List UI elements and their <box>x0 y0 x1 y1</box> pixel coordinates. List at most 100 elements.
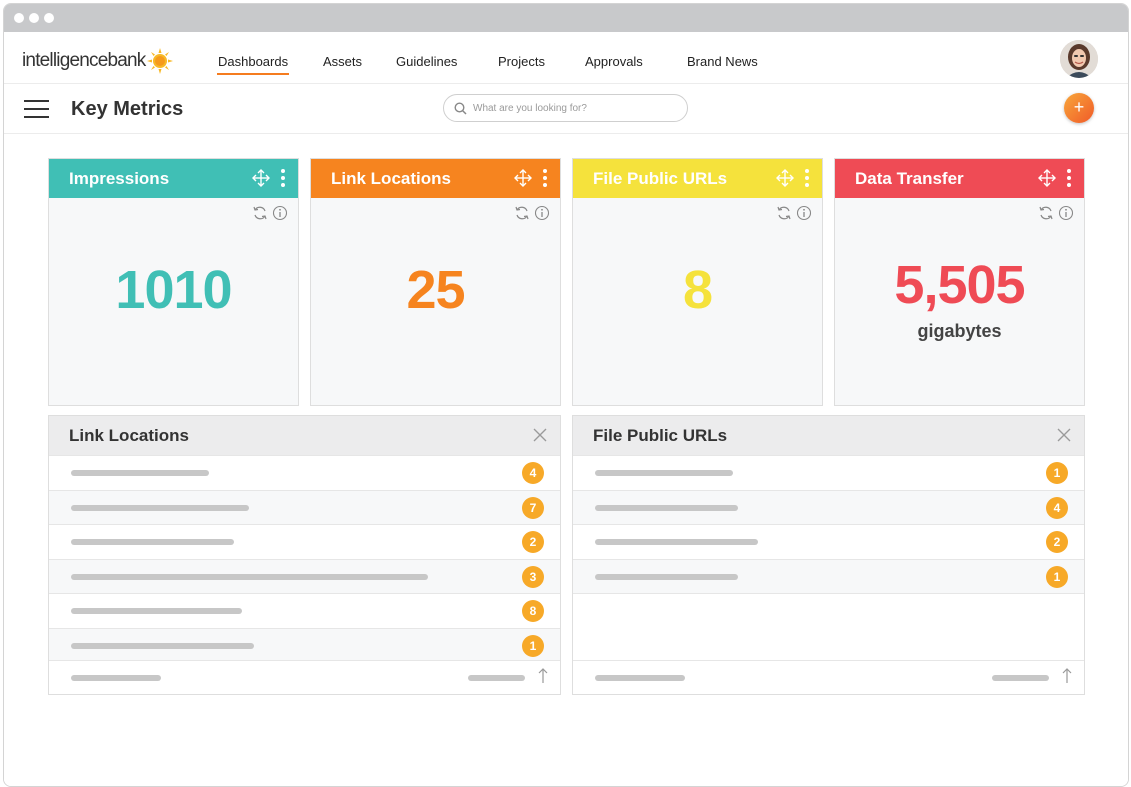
refresh-icon[interactable] <box>252 205 268 221</box>
placeholder-bar <box>595 539 758 545</box>
card-tools <box>252 205 288 221</box>
refresh-icon[interactable] <box>776 205 792 221</box>
dashboard-content: Impressions 1010 Link Locations 25 File … <box>4 134 1128 786</box>
count-badge: 3 <box>522 565 544 588</box>
kebab-menu-icon[interactable] <box>805 169 809 190</box>
top-navigation: intelligencebank Dashboards Assets Guide… <box>4 32 1128 84</box>
search-box[interactable] <box>443 94 688 122</box>
panel-footer <box>49 660 560 694</box>
list-item[interactable]: 2 <box>573 524 1084 559</box>
list-item[interactable]: 1 <box>573 558 1084 593</box>
placeholder-bar <box>71 642 254 649</box>
panel-header: File Public URLs <box>573 416 1084 455</box>
kebab-menu-icon[interactable] <box>1067 169 1071 190</box>
page-title: Key Metrics <box>71 98 184 120</box>
placeholder-bar <box>595 470 733 476</box>
card-header: Link Locations <box>311 159 560 198</box>
list-item[interactable]: 8 <box>49 593 560 628</box>
metric-card-link-locations: Link Locations 25 <box>310 158 561 406</box>
info-icon[interactable] <box>1058 205 1074 221</box>
sort-arrow-icon[interactable] <box>1061 668 1073 684</box>
list-item[interactable]: 4 <box>49 455 560 490</box>
info-icon[interactable] <box>534 205 550 221</box>
placeholder-bar <box>595 573 738 580</box>
placeholder-bar <box>595 504 738 511</box>
metric-unit: gigabytes <box>917 321 1002 341</box>
count-badge: 8 <box>522 600 544 622</box>
kebab-menu-icon[interactable] <box>281 169 285 190</box>
placeholder-bar <box>71 539 234 545</box>
kebab-menu-icon[interactable] <box>543 169 547 190</box>
logo-text: intelligencebank <box>22 50 146 71</box>
metric-value: 5,505 <box>894 255 1025 315</box>
card-header: Data Transfer <box>835 159 1084 198</box>
move-arrows-icon[interactable] <box>776 169 794 187</box>
nav-approvals[interactable]: Approvals <box>585 54 643 69</box>
window-dot-icon[interactable] <box>14 13 24 23</box>
refresh-icon[interactable] <box>1038 205 1054 221</box>
info-icon[interactable] <box>796 205 812 221</box>
window-dot-icon[interactable] <box>44 13 54 23</box>
refresh-icon[interactable] <box>514 205 530 221</box>
panel-file-public-urls: File Public URLs 1 4 2 1 <box>572 415 1085 695</box>
placeholder-bar <box>71 470 209 476</box>
card-tools <box>1038 205 1074 221</box>
card-title: Impressions <box>69 168 170 188</box>
nav-projects[interactable]: Projects <box>498 54 545 69</box>
list-item[interactable]: 3 <box>49 558 560 593</box>
list-item[interactable]: 1 <box>49 627 560 662</box>
move-arrows-icon[interactable] <box>252 169 270 187</box>
card-header: Impressions <box>49 159 298 198</box>
sun-logo-icon <box>147 48 174 74</box>
count-badge: 2 <box>1046 531 1068 553</box>
placeholder-bar <box>595 675 685 681</box>
count-badge: 1 <box>1046 565 1068 588</box>
placeholder-bar <box>71 504 249 511</box>
nav-dashboards[interactable]: Dashboards <box>216 54 290 75</box>
count-badge: 2 <box>522 531 544 553</box>
count-badge: 4 <box>522 462 544 484</box>
nav-assets[interactable]: Assets <box>323 54 362 69</box>
metric-value: 1010 <box>115 260 232 320</box>
user-avatar-icon <box>1060 40 1098 78</box>
move-arrows-icon[interactable] <box>1038 169 1056 187</box>
count-badge: 1 <box>1046 462 1068 484</box>
panel-title: Link Locations <box>69 425 189 445</box>
nav-guidelines[interactable]: Guidelines <box>396 54 457 69</box>
user-avatar[interactable] <box>1060 40 1098 78</box>
info-icon[interactable] <box>272 205 288 221</box>
placeholder-bar <box>71 675 161 681</box>
panel-header: Link Locations <box>49 416 560 455</box>
sort-arrow-icon[interactable] <box>537 668 549 684</box>
add-button[interactable]: + <box>1064 93 1094 123</box>
count-badge: 7 <box>522 496 544 519</box>
card-tools <box>514 205 550 221</box>
panel-title: File Public URLs <box>593 425 728 445</box>
card-tools <box>776 205 812 221</box>
close-icon[interactable] <box>1057 428 1071 442</box>
list-item[interactable]: 2 <box>49 524 560 559</box>
list-item[interactable]: 1 <box>573 455 1084 490</box>
window-dot-icon[interactable] <box>29 13 39 23</box>
close-icon[interactable] <box>533 428 547 442</box>
metric-card-file-public-urls: File Public URLs 8 <box>572 158 823 406</box>
card-title: Link Locations <box>331 168 451 188</box>
browser-window: intelligencebank Dashboards Assets Guide… <box>3 3 1129 787</box>
card-header: File Public URLs <box>573 159 822 198</box>
window-titlebar <box>4 4 1128 32</box>
panel-footer <box>573 660 1084 694</box>
hamburger-menu-icon[interactable] <box>24 100 49 118</box>
metric-card-impressions: Impressions 1010 <box>48 158 299 406</box>
search-icon <box>454 101 467 115</box>
card-title: Data Transfer <box>855 168 964 188</box>
card-title: File Public URLs <box>593 168 728 188</box>
nav-brand-news[interactable]: Brand News <box>687 54 758 69</box>
placeholder-bar <box>71 608 242 614</box>
list-item[interactable]: 7 <box>49 489 560 524</box>
list-item[interactable]: 4 <box>573 489 1084 524</box>
placeholder-bar <box>71 573 428 580</box>
search-input[interactable] <box>473 102 673 114</box>
page-header: Key Metrics + <box>4 84 1128 134</box>
logo[interactable]: intelligencebank <box>22 48 174 74</box>
move-arrows-icon[interactable] <box>514 169 532 187</box>
